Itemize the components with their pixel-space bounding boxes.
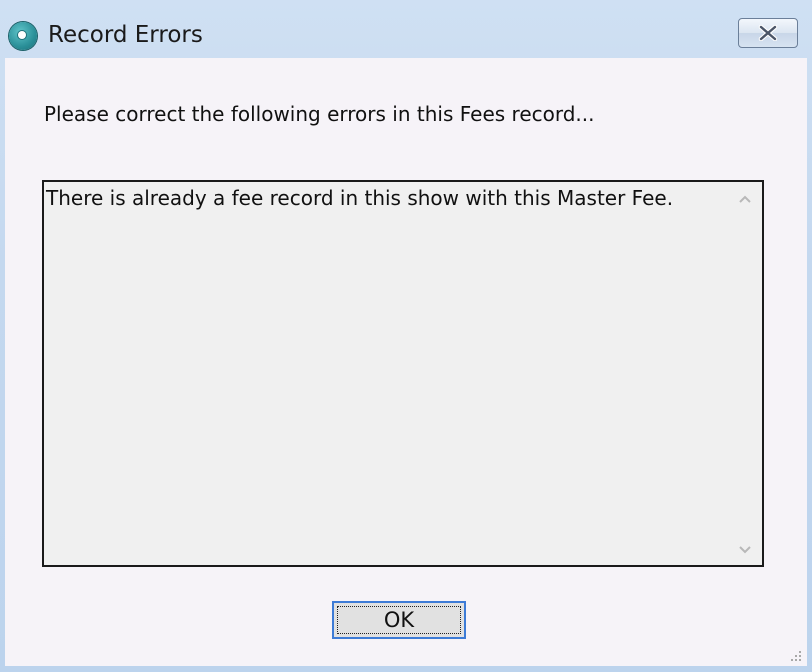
app-icon [9,22,37,50]
errors-text-area[interactable]: There is already a fee record in this sh… [42,180,764,567]
vertical-scrollbar[interactable] [728,182,762,565]
ok-button[interactable]: OK [332,601,466,639]
close-button[interactable] [738,18,798,48]
dialog-window: Record Errors Please correct the followi… [0,0,812,672]
close-x-icon [757,25,779,41]
scroll-down-icon[interactable] [736,541,754,559]
error-message: There is already a fee record in this sh… [46,186,674,210]
error-prompt: Please correct the following errors in t… [44,102,595,126]
ok-button-label: OK [383,608,415,632]
scroll-up-icon[interactable] [736,190,754,208]
dialog-body: Please correct the following errors in t… [5,58,807,666]
title-bar[interactable]: Record Errors [0,0,812,58]
resize-grip-icon[interactable] [789,648,803,662]
window-title: Record Errors [48,22,203,48]
